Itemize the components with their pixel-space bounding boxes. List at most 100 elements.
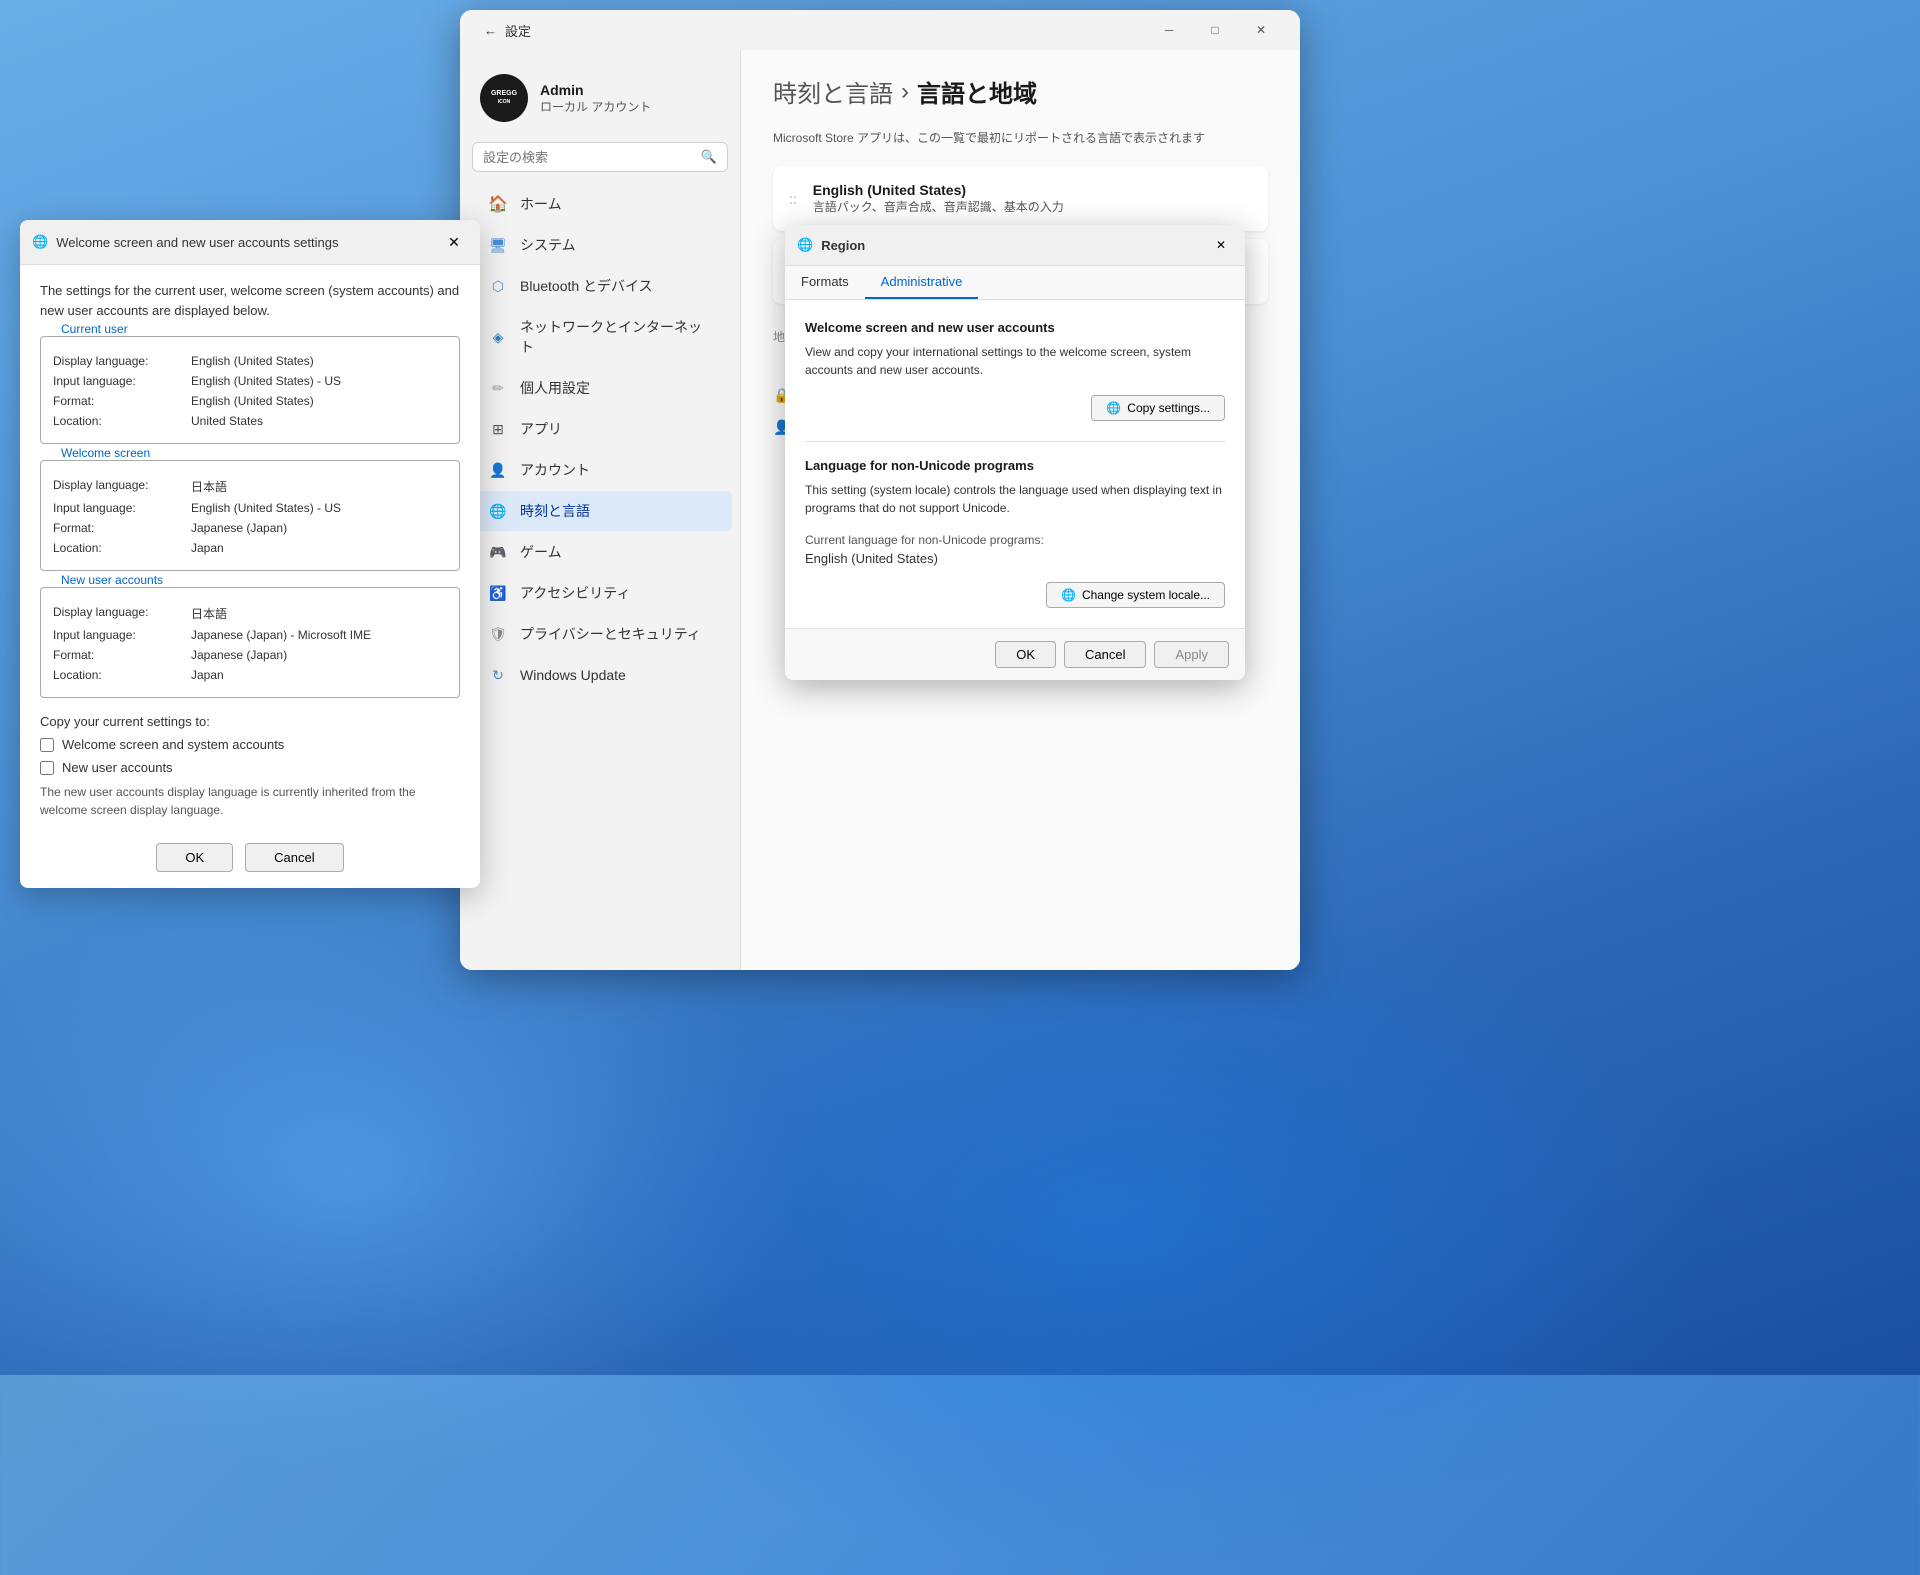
sidebar-item-gaming[interactable]: 🎮 ゲーム <box>468 532 732 572</box>
new-user-section: New user accounts Display language: 日本語 … <box>40 587 460 698</box>
change-locale-button[interactable]: 🌐 Change system locale... <box>1046 582 1225 608</box>
sidebar-item-system[interactable]: 🖥 システム <box>468 225 732 265</box>
apps-icon: ⊞ <box>488 419 508 439</box>
copy-settings-area: 🌐 Copy settings... <box>805 395 1225 421</box>
region-dialog-close[interactable]: ✕ <box>1209 233 1233 257</box>
checkbox-newuser: New user accounts <box>40 760 460 775</box>
sidebar-item-time[interactable]: 🌐 時刻と言語 <box>468 491 732 531</box>
cancel-button[interactable]: Cancel <box>245 843 343 872</box>
region-apply-button[interactable]: Apply <box>1154 641 1229 668</box>
region-ok-button[interactable]: OK <box>995 641 1056 668</box>
welcome-screen-legend: Welcome screen <box>57 446 154 460</box>
newuser-checkbox-label: New user accounts <box>62 760 173 775</box>
sidebar-item-personal-label: 個人用設定 <box>520 378 590 398</box>
sidebar-item-update-label: Windows Update <box>520 667 626 683</box>
welcome-screen-section: Welcome screen Display language: 日本語 Inp… <box>40 460 460 571</box>
region-title-text: Region <box>821 238 865 253</box>
copy-settings-icon: 🌐 <box>1106 401 1121 415</box>
sidebar-item-apps[interactable]: ⊞ アプリ <box>468 409 732 449</box>
table-row: Input language: English (United States) … <box>53 371 447 391</box>
personal-icon: ✏ <box>488 378 508 398</box>
format-label: Format: <box>53 394 183 408</box>
sidebar-item-accounts[interactable]: 👤 アカウント <box>468 450 732 490</box>
sidebar-item-accessibility[interactable]: ♿ アクセシビリティ <box>468 573 732 613</box>
welcome-dialog-titlebar: 🌐 Welcome screen and new user accounts s… <box>20 220 480 265</box>
change-locale-icon: 🌐 <box>1061 588 1076 602</box>
sidebar-item-update[interactable]: ↻ Windows Update <box>468 655 732 695</box>
table-row: Display language: 日本語 <box>53 602 447 625</box>
sidebar-item-personal[interactable]: ✏ 個人用設定 <box>468 368 732 408</box>
user-profile[interactable]: GREGGICON Admin ローカル アカウント <box>460 62 740 142</box>
lang-name: English (United States) <box>813 182 1064 198</box>
settings-sidebar: GREGGICON Admin ローカル アカウント 🔍 🏠 ホーム 🖥 システ… <box>460 50 740 970</box>
current-user-section: Current user Display language: English (… <box>40 336 460 444</box>
sidebar-item-bluetooth[interactable]: ⬡ Bluetooth とデバイス <box>468 266 732 306</box>
update-icon: ↻ <box>488 665 508 685</box>
welcome-dialog-close[interactable]: ✕ <box>440 228 468 256</box>
section-divider <box>805 441 1225 442</box>
close-button[interactable]: ✕ <box>1238 14 1284 46</box>
sidebar-item-home[interactable]: 🏠 ホーム <box>468 184 732 224</box>
format-value: English (United States) <box>191 394 314 408</box>
breadcrumb-separator: › <box>901 78 909 106</box>
table-row: Location: United States <box>53 411 447 431</box>
gaming-icon: 🎮 <box>488 542 508 562</box>
copy-settings-label: Copy settings... <box>1127 401 1210 415</box>
sidebar-item-apps-label: アプリ <box>520 419 562 439</box>
home-icon: 🏠 <box>488 194 508 214</box>
current-lang-value: English (United States) <box>805 551 1225 566</box>
change-locale-label: Change system locale... <box>1082 588 1210 602</box>
lang-desc: 言語パック、音声合成、音声認識、基本の入力 <box>813 198 1064 215</box>
search-input[interactable] <box>483 150 701 165</box>
sidebar-item-privacy-label: プライバシーとセキュリティ <box>520 624 701 644</box>
network-icon: ◈ <box>488 327 508 347</box>
tab-administrative[interactable]: Administrative <box>865 266 979 299</box>
newuser-checkbox[interactable] <box>40 761 54 775</box>
bg-blob-2 <box>520 875 1720 1575</box>
welcome-section-title: Welcome screen and new user accounts <box>805 320 1225 335</box>
region-dialog: 🌐 Region ✕ Formats Administrative Welcom… <box>785 225 1245 680</box>
sidebar-item-privacy[interactable]: 🛡 プライバシーとセキュリティ <box>468 614 732 654</box>
dialog-note: The new user accounts display language i… <box>40 783 460 819</box>
window-controls: ─ □ ✕ <box>1146 14 1284 46</box>
drag-handle: :: <box>789 191 797 207</box>
unicode-section-title: Language for non-Unicode programs <box>805 458 1225 473</box>
language-item-english[interactable]: :: English (United States) 言語パック、音声合成、音声… <box>773 166 1268 231</box>
region-dialog-titlebar: 🌐 Region ✕ <box>785 225 1245 266</box>
copy-settings-button[interactable]: 🌐 Copy settings... <box>1091 395 1225 421</box>
table-row: Location: Japan <box>53 665 447 685</box>
sidebar-item-home-label: ホーム <box>520 194 562 214</box>
region-body: Welcome screen and new user accounts Vie… <box>785 300 1245 628</box>
table-row: Format: Japanese (Japan) <box>53 518 447 538</box>
search-box[interactable]: 🔍 <box>472 142 728 172</box>
settings-titlebar: ← 設定 ─ □ ✕ <box>460 10 1300 50</box>
table-row: Display language: English (United States… <box>53 351 447 371</box>
titlebar-left: ← 設定 <box>476 17 539 44</box>
nu-input-lang: Japanese (Japan) - Microsoft IME <box>191 628 371 642</box>
avatar: GREGGICON <box>480 74 528 122</box>
sidebar-item-network-label: ネットワークとインターネット <box>520 317 712 357</box>
breadcrumb: 時刻と言語 › 言語と地域 <box>773 74 1268 109</box>
privacy-icon: 🛡 <box>488 624 508 644</box>
nu-location: Japan <box>191 668 224 682</box>
minimize-button[interactable]: ─ <box>1146 14 1192 46</box>
current-user-legend: Current user <box>57 322 132 336</box>
welcome-screen-content: Display language: 日本語 Input language: En… <box>41 461 459 570</box>
ok-button[interactable]: OK <box>156 843 233 872</box>
new-user-legend: New user accounts <box>57 573 167 587</box>
welcome-dialog-body: The settings for the current user, welco… <box>20 265 480 888</box>
input-lang-label: Input language: <box>53 374 183 388</box>
table-row: Input language: English (United States) … <box>53 498 447 518</box>
sidebar-item-network[interactable]: ◈ ネットワークとインターネット <box>468 307 732 367</box>
welcome-checkbox[interactable] <box>40 738 54 752</box>
copy-label: Copy your current settings to: <box>40 714 460 729</box>
back-button[interactable]: ← 設定 <box>476 17 539 44</box>
maximize-button[interactable]: □ <box>1192 14 1238 46</box>
breadcrumb-current: 言語と地域 <box>917 74 1037 109</box>
region-cancel-button[interactable]: Cancel <box>1064 641 1146 668</box>
region-title: 🌐 Region <box>797 237 865 253</box>
tab-formats[interactable]: Formats <box>785 266 865 299</box>
welcome-section-desc: View and copy your international setting… <box>805 343 1225 379</box>
dialog-title: Welcome screen and new user accounts set… <box>56 235 338 250</box>
sidebar-item-accounts-label: アカウント <box>520 460 590 480</box>
